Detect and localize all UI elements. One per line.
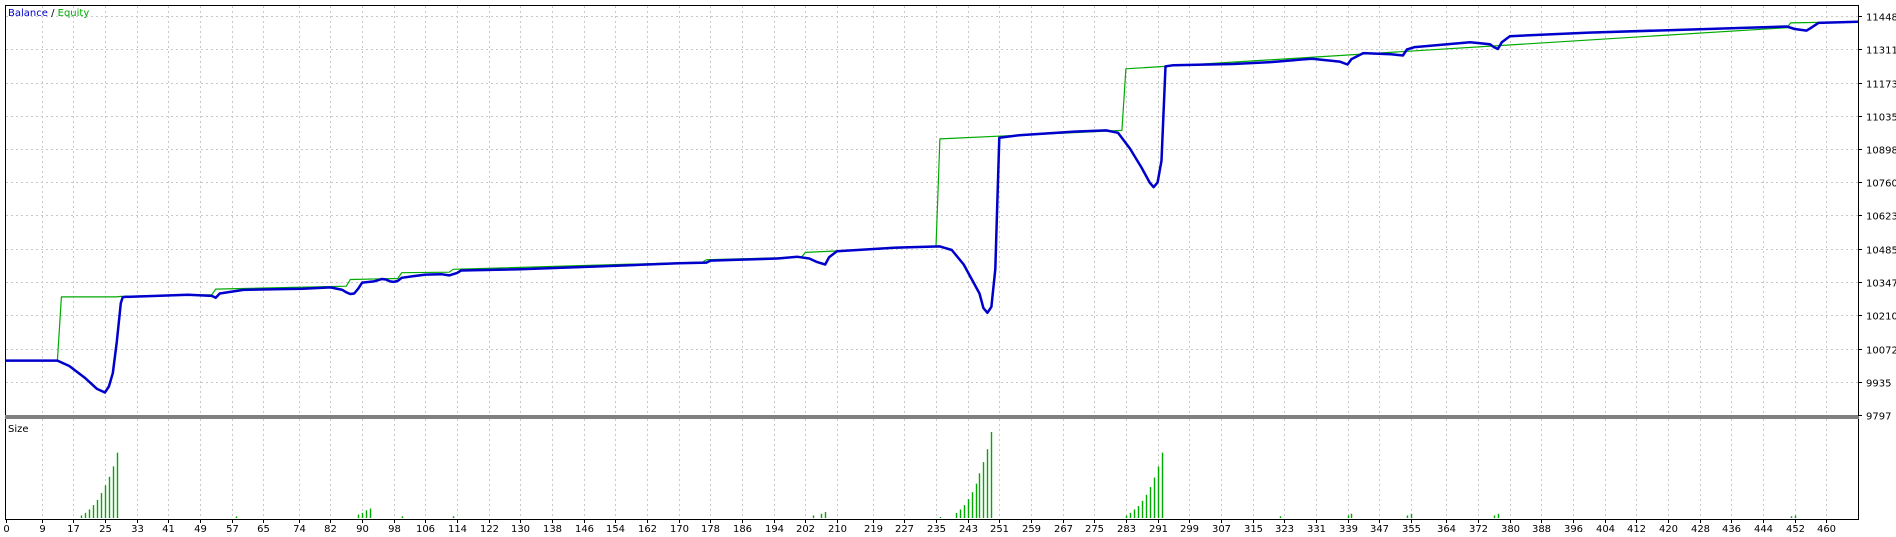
- x-tick-label: 210: [828, 524, 847, 535]
- x-tick-label: 388: [1532, 524, 1551, 535]
- x-tick-label: 178: [701, 524, 720, 535]
- chart-grid: [6, 6, 1858, 519]
- y-tick-label: 9797: [1866, 412, 1891, 423]
- x-tick-label: 122: [480, 524, 499, 535]
- x-tick-label: 114: [448, 524, 467, 535]
- x-tick-label: 355: [1402, 524, 1421, 535]
- x-tick-label: 283: [1117, 524, 1136, 535]
- x-tick-label: 396: [1564, 524, 1583, 535]
- x-tick-label: 307: [1212, 524, 1231, 535]
- x-tick-label: 428: [1691, 524, 1710, 535]
- x-tick-label: 154: [606, 524, 625, 535]
- x-tick-label: 372: [1469, 524, 1488, 535]
- balance-equity-chart: 11448 11311 11173 11035 10898 10760 10623 10485…: [3, 5, 1896, 535]
- x-tick-label: 275: [1085, 524, 1104, 535]
- y-tick-label: 10210: [1866, 312, 1896, 323]
- y-tick-label: 11035: [1866, 113, 1896, 124]
- main-plot-frame: [5, 5, 1859, 416]
- x-tick-label: 17: [67, 524, 80, 535]
- x-tick-label: 9: [39, 524, 45, 535]
- y-tick-label: 10485: [1866, 246, 1896, 257]
- x-tick-label: 49: [194, 524, 207, 535]
- x-tick-label: 82: [324, 524, 337, 535]
- x-tick-label: 323: [1275, 524, 1294, 535]
- x-tick-label: 65: [257, 524, 270, 535]
- x-tick-label: 170: [670, 524, 689, 535]
- x-tick-label: 452: [1786, 524, 1805, 535]
- x-axis-ticks: 0 9 17 25 33 41 49 57 65 74 82 90 98 106 114 122 130 138 1…: [3, 519, 1836, 535]
- subplot-frame: [5, 418, 1859, 520]
- x-tick-label: 219: [864, 524, 883, 535]
- x-tick-label: 299: [1180, 524, 1199, 535]
- legend: Balance / Equity: [8, 8, 89, 19]
- x-tick-label: 33: [131, 524, 144, 535]
- legend-balance: Balance: [8, 8, 48, 19]
- x-tick-label: 331: [1307, 524, 1326, 535]
- x-tick-label: 259: [1022, 524, 1041, 535]
- x-tick-label: 404: [1596, 524, 1615, 535]
- x-tick-label: 0: [3, 524, 9, 535]
- x-tick-label: 98: [388, 524, 401, 535]
- y-tick-label: 11311: [1866, 46, 1896, 57]
- y-tick-label: 11173: [1866, 80, 1896, 91]
- x-tick-label: 364: [1437, 524, 1456, 535]
- y-tick-label: 10760: [1866, 179, 1896, 190]
- x-tick-label: 130: [511, 524, 530, 535]
- x-tick-label: 436: [1722, 524, 1741, 535]
- x-tick-label: 25: [99, 524, 112, 535]
- series-layer: [6, 20, 1859, 394]
- x-tick-label: 90: [356, 524, 369, 535]
- x-tick-label: 57: [226, 524, 239, 535]
- x-tick-label: 267: [1054, 524, 1073, 535]
- y-tick-label: 10347: [1866, 279, 1896, 290]
- x-tick-label: 106: [416, 524, 435, 535]
- x-tick-label: 291: [1149, 524, 1168, 535]
- x-tick-label: 162: [638, 524, 657, 535]
- x-tick-label: 315: [1244, 524, 1263, 535]
- x-tick-label: 138: [543, 524, 562, 535]
- x-tick-label: 146: [575, 524, 594, 535]
- x-tick-label: 347: [1370, 524, 1389, 535]
- size-bars: [80, 432, 1797, 518]
- pane-separator: [5, 415, 1859, 419]
- legend-equity: Equity: [58, 8, 90, 19]
- x-tick-label: 444: [1754, 524, 1773, 535]
- x-tick-label: 194: [765, 524, 784, 535]
- x-tick-label: 460: [1817, 524, 1836, 535]
- x-tick-label: 202: [796, 524, 815, 535]
- x-tick-label: 41: [162, 524, 175, 535]
- y-tick-label: 10898: [1866, 146, 1896, 157]
- x-tick-label: 380: [1501, 524, 1520, 535]
- x-tick-label: 243: [959, 524, 978, 535]
- x-tick-label: 251: [990, 524, 1009, 535]
- x-tick-label: 186: [733, 524, 752, 535]
- y-tick-label: 10623: [1866, 212, 1896, 223]
- y-tick-label: 11448: [1866, 13, 1896, 24]
- y-tick-label: 9935: [1866, 379, 1891, 390]
- x-tick-label: 74: [293, 524, 306, 535]
- x-tick-label: 227: [895, 524, 914, 535]
- x-tick-label: 235: [927, 524, 946, 535]
- series-line-equity: [6, 21, 1859, 362]
- x-tick-label: 420: [1659, 524, 1678, 535]
- x-tick-label: 339: [1339, 524, 1358, 535]
- y-tick-label: 10072: [1866, 346, 1896, 357]
- legend-separator: /: [48, 8, 58, 19]
- y-axis-ticks: 11448 11311 11173 11035 10898 10760 10623 10485…: [1858, 13, 1896, 423]
- x-tick-label: 412: [1627, 524, 1646, 535]
- subchart-title: Size: [8, 424, 29, 435]
- series-line-balance: [6, 20, 1859, 394]
